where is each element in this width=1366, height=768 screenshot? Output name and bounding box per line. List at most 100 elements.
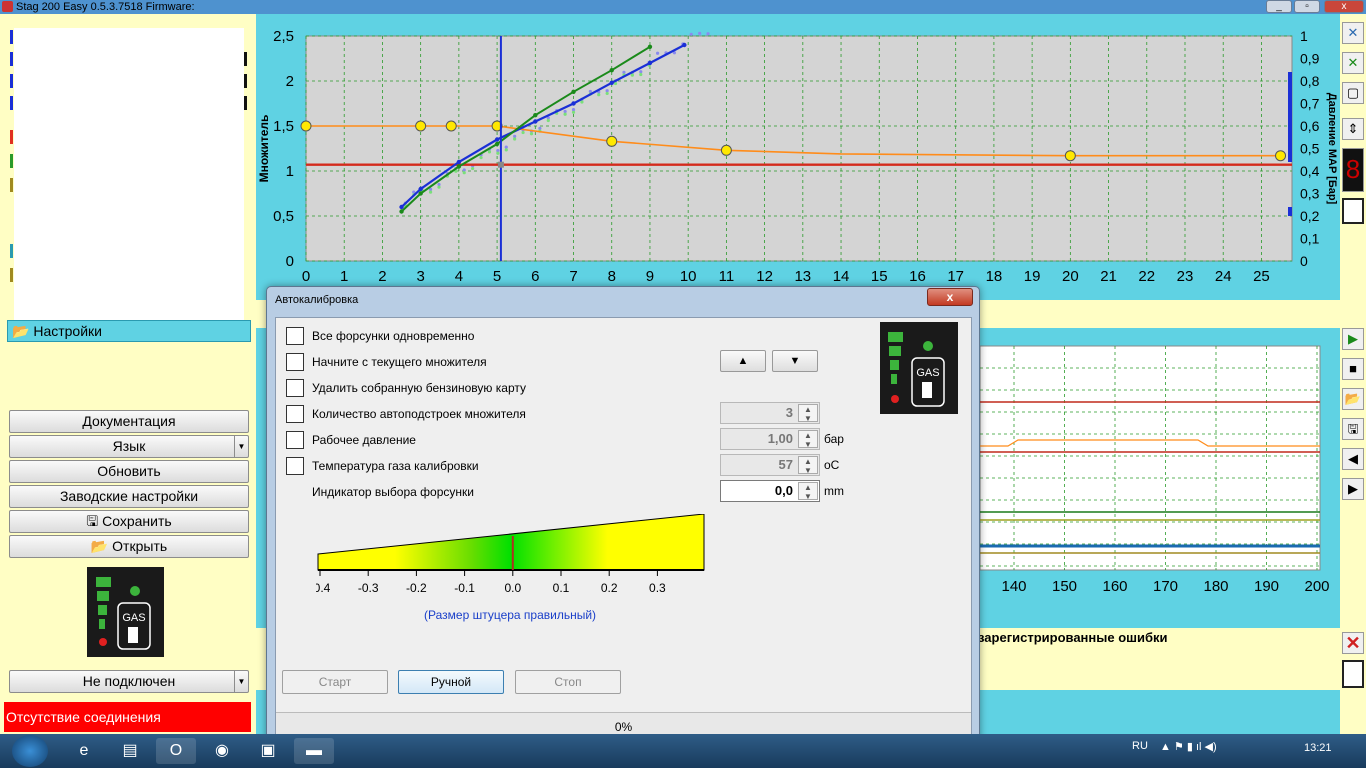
left-arrow-icon[interactable]: ◀ bbox=[1342, 448, 1364, 470]
clock[interactable]: 13:21 bbox=[1304, 742, 1332, 754]
indicator-mark bbox=[10, 268, 13, 282]
open-folder-icon[interactable]: 📂 bbox=[1342, 388, 1364, 410]
opera-icon[interactable]: O bbox=[156, 738, 196, 764]
logo-text: GAS bbox=[122, 612, 145, 624]
clear-errors-icon[interactable]: ✕ bbox=[1342, 632, 1364, 654]
connection-error-bar: Отсутствие соединения bbox=[4, 702, 251, 732]
green-scatter-point bbox=[529, 132, 534, 136]
main-chart-svg[interactable]: 0 1 2 3 4 5 6 7 8 9 10 11 12 13 14 15 16 17 18 19 20 21 22 23 24… bbox=[256, 14, 1340, 300]
stag-task-icon[interactable]: ▬ bbox=[294, 738, 334, 764]
injector-indicator-field[interactable]: 0,0 ▲ ▼ bbox=[720, 480, 820, 502]
minimize-button[interactable]: _ bbox=[1266, 0, 1292, 13]
stop-button[interactable]: Стоп bbox=[515, 670, 621, 694]
start-button[interactable] bbox=[12, 735, 48, 767]
green-series-point bbox=[609, 68, 614, 73]
green-scatter-point bbox=[630, 73, 634, 77]
y-right-tick-label: 0,3 bbox=[1300, 186, 1320, 202]
gas-temperature-field[interactable]: 57 ▲ ▼ bbox=[720, 454, 820, 476]
green-series-point bbox=[533, 113, 538, 118]
ie-icon[interactable]: e bbox=[64, 738, 104, 764]
green-scatter-point bbox=[563, 112, 567, 116]
language-label: Язык bbox=[112, 438, 146, 454]
spin-arrows-icon[interactable]: ▲ ▼ bbox=[798, 430, 818, 449]
x-tick-label: 140 bbox=[1001, 578, 1026, 595]
blue-series-point bbox=[418, 186, 423, 192]
maximize-button[interactable]: ▫ bbox=[1294, 0, 1320, 13]
move-up-button[interactable]: ▲ bbox=[720, 350, 766, 372]
connection-label: Не подключен bbox=[82, 673, 176, 689]
green-scatter-point bbox=[437, 185, 441, 189]
main-chart[interactable]: 0 1 2 3 4 5 6 7 8 9 10 11 12 13 14 15 16 17 18 19 20 21 22 23 24… bbox=[256, 14, 1340, 300]
working-pressure-field[interactable]: 1,00 ▲ ▼ bbox=[720, 428, 820, 450]
checkbox[interactable] bbox=[286, 405, 304, 423]
blue-series-point bbox=[647, 60, 653, 66]
spin-arrows-icon[interactable]: ▲ ▼ bbox=[798, 404, 818, 423]
blue-series-point bbox=[456, 159, 462, 165]
checkbox[interactable] bbox=[286, 457, 304, 475]
spin-arrows-icon[interactable]: ▲ ▼ bbox=[798, 456, 818, 475]
x-tick-label: 12 bbox=[756, 268, 773, 285]
refresh-button[interactable]: Обновить bbox=[9, 460, 249, 483]
play-icon[interactable]: ▶ bbox=[1342, 328, 1364, 350]
x-tick-label: 4 bbox=[455, 268, 463, 285]
dialog-body: Все форсунки одновременно Начните с теку… bbox=[275, 317, 972, 742]
save-button[interactable]: 🖫 Сохранить bbox=[9, 510, 249, 533]
y-right-tick-label: 0,1 bbox=[1300, 231, 1320, 247]
checkbox[interactable] bbox=[286, 379, 304, 397]
spin-arrows-icon[interactable]: ▲ ▼ bbox=[798, 482, 818, 501]
x-tick-label: 11 bbox=[719, 268, 735, 285]
autotune-count-field[interactable]: 3 ▲ ▼ bbox=[720, 402, 820, 424]
x-tick-label: 2 bbox=[378, 268, 386, 285]
dialog-close-button[interactable]: x bbox=[927, 288, 973, 306]
tray-icons[interactable]: ▲ ⚑ ▮ ıl ◀) bbox=[1160, 740, 1217, 753]
gauge-caption: (Размер штуцера правильный) bbox=[424, 608, 597, 622]
gauges-panel bbox=[14, 28, 244, 320]
close-window-button[interactable]: x bbox=[1324, 0, 1364, 13]
indicator-mark bbox=[10, 154, 13, 168]
x-tick-label: 20 bbox=[1062, 268, 1079, 285]
blue-series-point bbox=[609, 80, 614, 86]
factory-settings-button[interactable]: Заводские настройки bbox=[9, 485, 249, 508]
lower-chart[interactable]: 140 150 160 170 180 190 200 bbox=[978, 328, 1340, 620]
explorer-icon[interactable]: ▤ bbox=[110, 738, 150, 764]
blank-box bbox=[1342, 198, 1364, 224]
language-select[interactable]: Язык ▼ bbox=[9, 435, 249, 458]
x-tick-label: 160 bbox=[1102, 578, 1127, 595]
open-button[interactable]: 📂 Открыть bbox=[9, 535, 249, 558]
green-series-point bbox=[399, 209, 404, 214]
floppy-icon[interactable]: 🖫 bbox=[1342, 418, 1364, 440]
connection-select[interactable]: Не подключен ▼ bbox=[9, 670, 249, 693]
x-tick-label: 9 bbox=[646, 268, 654, 285]
logo-text: GAS bbox=[916, 367, 939, 379]
stop-icon[interactable]: ■ bbox=[1342, 358, 1364, 380]
gas-logo-graphic: GAS bbox=[888, 332, 945, 407]
orange-series-marker bbox=[606, 135, 618, 147]
clear-points-icon[interactable]: ✕ bbox=[1342, 52, 1364, 74]
manual-button[interactable]: Ручной bbox=[398, 670, 504, 694]
green-scatter-point bbox=[487, 150, 492, 154]
x-tick-label: 22 bbox=[1138, 268, 1155, 285]
green-series-point bbox=[494, 141, 500, 147]
language-indicator[interactable]: RU bbox=[1132, 740, 1148, 752]
map-range-bar bbox=[1288, 207, 1292, 216]
chrome-icon[interactable]: ◉ bbox=[202, 738, 242, 764]
green-scatter-point bbox=[462, 171, 466, 175]
app-task-icon[interactable]: ▣ bbox=[248, 738, 288, 764]
indicator-mark bbox=[244, 74, 247, 88]
documentation-button[interactable]: Документация bbox=[9, 410, 249, 433]
move-down-button[interactable]: ▼ bbox=[772, 350, 818, 372]
blue-series-point bbox=[494, 137, 500, 142]
green-scatter-point bbox=[580, 100, 584, 104]
right-arrow-icon[interactable]: ▶ bbox=[1342, 478, 1364, 500]
select-area-icon[interactable]: ▢ bbox=[1342, 82, 1364, 104]
start-button[interactable]: Старт bbox=[282, 670, 388, 694]
checkbox[interactable] bbox=[286, 327, 304, 345]
scale-icon[interactable]: ⇕ bbox=[1342, 118, 1364, 140]
settings-tab[interactable]: 📂 Настройки bbox=[7, 320, 251, 342]
green-scatter-point bbox=[504, 148, 508, 152]
checkbox[interactable] bbox=[286, 353, 304, 371]
green-scatter-point bbox=[571, 110, 576, 114]
checkbox[interactable] bbox=[286, 431, 304, 449]
zoom-fit-icon[interactable]: ✕ bbox=[1342, 22, 1364, 44]
x-tick-label: 0 bbox=[302, 268, 310, 285]
